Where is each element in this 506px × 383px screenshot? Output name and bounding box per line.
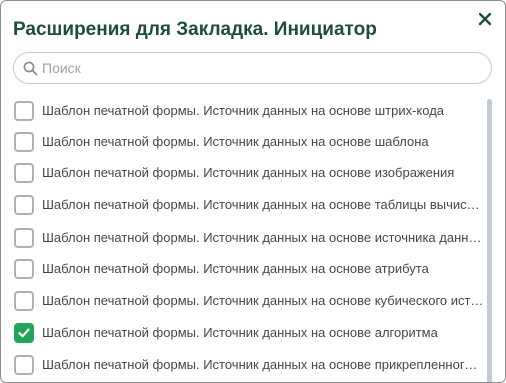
item-checkbox[interactable] xyxy=(14,101,34,121)
item-label[interactable]: Шаблон печатной формы. Источник данных н… xyxy=(42,197,484,212)
list-item[interactable]: Шаблон печатной формы. Источник данных н… xyxy=(14,289,484,313)
item-checkbox[interactable] xyxy=(14,259,34,279)
item-label[interactable]: Шаблон печатной формы. Источник данных н… xyxy=(42,293,484,308)
list-item[interactable]: Шаблон печатной формы. Источник данных н… xyxy=(14,321,484,345)
item-label[interactable]: Шаблон печатной формы. Источник данных н… xyxy=(42,165,484,180)
list-item[interactable]: Шаблон печатной формы. Источник данных н… xyxy=(14,353,484,377)
item-checkbox[interactable] xyxy=(14,291,34,311)
item-label[interactable]: Шаблон печатной формы. Источник данных н… xyxy=(42,103,484,118)
item-label[interactable]: Шаблон печатной формы. Источник данных н… xyxy=(42,261,484,276)
search-box xyxy=(13,52,492,84)
search-input[interactable] xyxy=(40,56,480,80)
item-label[interactable]: Шаблон печатной формы. Источник данных н… xyxy=(42,230,484,245)
item-label[interactable]: Шаблон печатной формы. Источник данных н… xyxy=(42,325,484,340)
item-label[interactable]: Шаблон печатной формы. Источник данных н… xyxy=(42,134,484,149)
close-icon xyxy=(478,12,492,26)
item-checkbox[interactable] xyxy=(14,355,34,375)
item-checkbox[interactable] xyxy=(14,195,34,215)
list-item[interactable]: Шаблон печатной формы. Источник данных н… xyxy=(14,193,484,217)
item-checkbox[interactable] xyxy=(14,228,34,248)
item-label[interactable]: Шаблон печатной формы. Источник данных н… xyxy=(42,357,484,372)
list-item[interactable]: Шаблон печатной формы. Источник данных н… xyxy=(14,226,484,250)
checkmark-icon xyxy=(18,328,30,338)
close-button[interactable] xyxy=(476,10,494,28)
list-scrollbar[interactable] xyxy=(487,99,492,382)
list-item[interactable]: Шаблон печатной формы. Источник данных н… xyxy=(14,99,484,123)
extensions-dialog: Расширения для Закладка. Инициатор Шабло… xyxy=(0,0,506,383)
item-checkbox[interactable] xyxy=(14,323,34,343)
search-icon xyxy=(23,61,38,76)
item-checkbox[interactable] xyxy=(14,163,34,183)
list-item[interactable]: Шаблон печатной формы. Источник данных н… xyxy=(14,130,484,154)
item-checkbox[interactable] xyxy=(14,132,34,152)
list-item[interactable]: Шаблон печатной формы. Источник данных н… xyxy=(14,257,484,281)
extension-list: Шаблон печатной формы. Источник данных н… xyxy=(1,93,505,382)
list-item[interactable]: Шаблон печатной формы. Источник данных н… xyxy=(14,161,484,185)
dialog-title: Расширения для Закладка. Инициатор xyxy=(13,19,377,40)
